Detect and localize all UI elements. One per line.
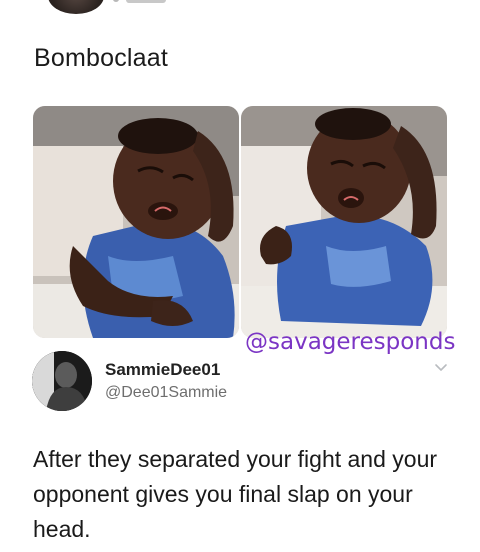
- meme-watermark: @savageresponds: [245, 329, 456, 355]
- previous-post-dot: [113, 0, 119, 2]
- user-handle[interactable]: @Dee01Sammie: [105, 384, 227, 402]
- meme-photo-left: [33, 106, 239, 338]
- previous-post-text-stub: [126, 0, 166, 3]
- avatar[interactable]: [32, 351, 92, 411]
- post-caption: Bomboclaat: [34, 44, 169, 72]
- display-name[interactable]: SammieDee01: [105, 360, 220, 380]
- previous-post-avatar: [48, 0, 104, 14]
- meme-photo-right: [241, 106, 447, 338]
- tweet-text: After they separated your fight and your…: [33, 446, 438, 542]
- chevron-down-icon[interactable]: [433, 361, 449, 373]
